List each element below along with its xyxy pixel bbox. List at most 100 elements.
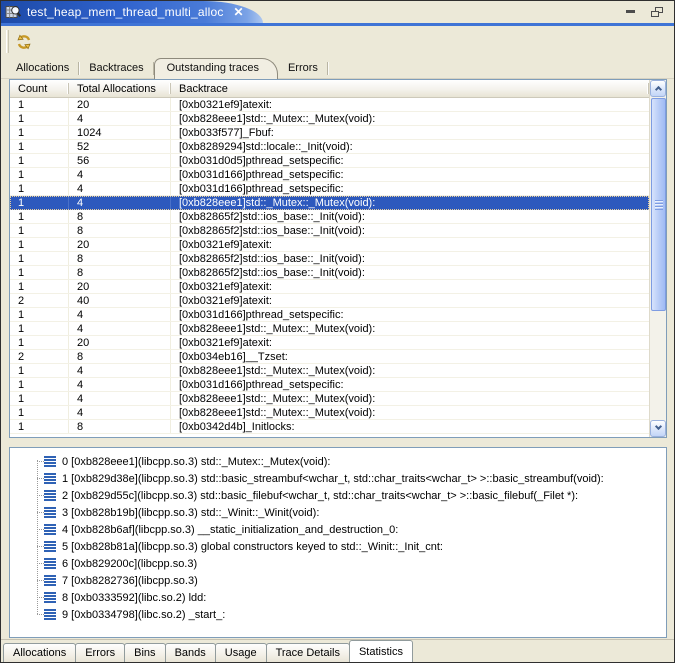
cell-total-allocations: 20 [69,238,171,251]
backtrace-frame-label: 4 [0xb828b6af](libcpp.so.3) __static_ini… [62,524,398,536]
refresh-button[interactable] [13,32,35,52]
table-row[interactable]: 18[0xb82865f2]std::ios_base::_Init(void)… [10,252,649,266]
cell-backtrace: [0xb82865f2]std::ios_base::_Init(void): [171,224,649,237]
table-row[interactable]: 14[0xb828eee1]std::_Mutex::_Mutex(void): [10,406,649,420]
table-row[interactable]: 120[0xb0321ef9]atexit: [10,238,649,252]
cell-backtrace: [0xb031d0d5]pthread_setspecific: [171,154,649,167]
minimize-button[interactable] [624,6,638,18]
backtrace-frame-label: 5 [0xb828b81a](libcpp.so.3) global const… [62,541,443,553]
cell-backtrace: [0xb82865f2]std::ios_base::_Init(void): [171,210,649,223]
cell-total-allocations: 40 [69,294,171,307]
page-tab-allocations[interactable]: Allocations [3,643,76,662]
cell-total-allocations: 8 [69,350,171,363]
column-header-total-allocations[interactable]: Total Allocations [69,80,171,97]
cell-total-allocations: 8 [69,224,171,237]
scroll-up-button[interactable] [650,80,666,97]
table-row[interactable]: 156[0xb031d0d5]pthread_setspecific: [10,154,649,168]
backtrace-frame-label: 9 [0xb0334798](libc.so.2) _start_: [62,609,225,621]
stack-frame-icon [44,592,56,603]
backtrace-frame-item[interactable]: 3 [0xb828b19b](libcpp.so.3) std::_Winit:… [10,504,666,521]
backtrace-frame-item[interactable]: 0 [0xb828eee1](libcpp.so.3) std::_Mutex:… [10,453,666,470]
page-tab-bands[interactable]: Bands [165,643,216,662]
cell-total-allocations: 4 [69,308,171,321]
cell-total-allocations: 4 [69,112,171,125]
table-row[interactable]: 18[0xb82865f2]std::ios_base::_Init(void)… [10,210,649,224]
cell-backtrace: [0xb0321ef9]atexit: [171,336,649,349]
table-row[interactable]: 120[0xb0321ef9]atexit: [10,280,649,294]
restore-button[interactable] [650,6,664,18]
memory-analysis-icon [5,4,21,20]
cell-total-allocations: 1024 [69,126,171,139]
cell-count: 1 [10,126,69,139]
table-row[interactable]: 14[0xb828eee1]std::_Mutex::_Mutex(void): [10,322,649,336]
cell-count: 1 [10,406,69,419]
cell-backtrace: [0xb82865f2]std::ios_base::_Init(void): [171,252,649,265]
tab-allocations[interactable]: Allocations [6,59,79,78]
table-row[interactable]: 18[0xb82865f2]std::ios_base::_Init(void)… [10,224,649,238]
scroll-down-button[interactable] [650,420,666,437]
scrollbar-thumb[interactable] [651,98,666,311]
backtrace-frame-item[interactable]: 6 [0xb829200c](libcpp.so.3) [10,555,666,572]
backtrace-frame-item[interactable]: 7 [0xb8282736](libcpp.so.3) [10,572,666,589]
stack-frame-icon [44,473,56,484]
table-row[interactable]: 14[0xb031d166]pthread_setspecific: [10,182,649,196]
table-row[interactable]: 14[0xb031d166]pthread_setspecific: [10,308,649,322]
page-tab-statistics[interactable]: Statistics [349,640,413,662]
cell-count: 1 [10,266,69,279]
page-tab-trace-details[interactable]: Trace Details [266,643,350,662]
cell-backtrace: [0xb0321ef9]atexit: [171,98,649,111]
cell-count: 1 [10,336,69,349]
backtrace-frame-item[interactable]: 4 [0xb828b6af](libcpp.so.3) __static_ini… [10,521,666,538]
table-row[interactable]: 14[0xb828eee1]std::_Mutex::_Mutex(void): [10,112,649,126]
backtrace-frame-label: 0 [0xb828eee1](libcpp.so.3) std::_Mutex:… [62,456,330,468]
stack-frame-icon [44,575,56,586]
vertical-scrollbar[interactable] [649,80,666,437]
view-tab[interactable]: test_heap_mem_thread_multi_alloc ✕ [1,1,263,23]
backtrace-frame-item[interactable]: 2 [0xb829d55c](libcpp.so.3) std::basic_f… [10,487,666,504]
page-tab-usage[interactable]: Usage [215,643,267,662]
traces-tab-row: AllocationsBacktracesOutstanding tracesE… [1,58,674,79]
table-row[interactable]: 240[0xb0321ef9]atexit: [10,294,649,308]
cell-backtrace: [0xb828eee1]std::_Mutex::_Mutex(void): [171,392,649,405]
view-title: test_heap_mem_thread_multi_alloc [27,5,224,19]
tab-backtraces[interactable]: Backtraces [79,59,153,78]
table-row[interactable]: 28[0xb034eb16]__Tzset: [10,350,649,364]
table-row[interactable]: 14[0xb031d166]pthread_setspecific: [10,168,649,182]
cell-total-allocations: 20 [69,98,171,111]
toolbar-handle[interactable] [6,30,9,53]
backtrace-detail-panel: 0 [0xb828eee1](libcpp.so.3) std::_Mutex:… [9,447,667,638]
table-row[interactable]: 120[0xb0321ef9]atexit: [10,336,649,350]
table-row[interactable]: 120[0xb0321ef9]atexit: [10,98,649,112]
table-body: 120[0xb0321ef9]atexit:14[0xb828eee1]std:… [10,98,649,434]
cell-total-allocations: 4 [69,322,171,335]
tab-outstanding-traces[interactable]: Outstanding traces [154,58,278,79]
cell-count: 1 [10,196,69,209]
page-tab-bins[interactable]: Bins [124,643,165,662]
cell-total-allocations: 8 [69,210,171,223]
backtrace-frame-item[interactable]: 8 [0xb0333592](libc.so.2) ldd: [10,589,666,606]
column-header-backtrace[interactable]: Backtrace [171,80,649,97]
cell-backtrace: [0xb031d166]pthread_setspecific: [171,168,649,181]
table-row[interactable]: 14[0xb828eee1]std::_Mutex::_Mutex(void): [10,392,649,406]
cell-total-allocations: 4 [69,392,171,405]
table-row[interactable]: 18[0xb0342d4b]_Initlocks: [10,420,649,434]
backtrace-frame-label: 2 [0xb829d55c](libcpp.so.3) std::basic_f… [62,490,578,502]
table-row[interactable]: 18[0xb82865f2]std::ios_base::_Init(void)… [10,266,649,280]
table-row[interactable]: 152[0xb8289294]std::locale::_Init(void): [10,140,649,154]
backtrace-frame-item[interactable]: 1 [0xb829d38e](libcpp.so.3) std::basic_s… [10,470,666,487]
tab-errors[interactable]: Errors [278,59,328,78]
cell-count: 1 [10,322,69,335]
table-row[interactable]: 14[0xb828eee1]std::_Mutex::_Mutex(void): [10,364,649,378]
cell-backtrace: [0xb034eb16]__Tzset: [171,350,649,363]
backtrace-frame-item[interactable]: 9 [0xb0334798](libc.so.2) _start_: [10,606,666,623]
backtrace-frame-label: 1 [0xb829d38e](libcpp.so.3) std::basic_s… [62,473,604,485]
table-row[interactable]: 14[0xb031d166]pthread_setspecific: [10,378,649,392]
table-row[interactable]: 11024[0xb033f577]_Fbuf: [10,126,649,140]
table-row[interactable]: 14[0xb828eee1]std::_Mutex::_Mutex(void): [10,196,649,210]
cell-backtrace: [0xb828eee1]std::_Mutex::_Mutex(void): [171,196,649,209]
close-icon[interactable]: ✕ [234,5,244,19]
column-header-count[interactable]: Count [10,80,69,97]
page-tab-errors[interactable]: Errors [75,643,125,662]
backtrace-frame-item[interactable]: 5 [0xb828b81a](libcpp.so.3) global const… [10,538,666,555]
cell-backtrace: [0xb8289294]std::locale::_Init(void): [171,140,649,153]
